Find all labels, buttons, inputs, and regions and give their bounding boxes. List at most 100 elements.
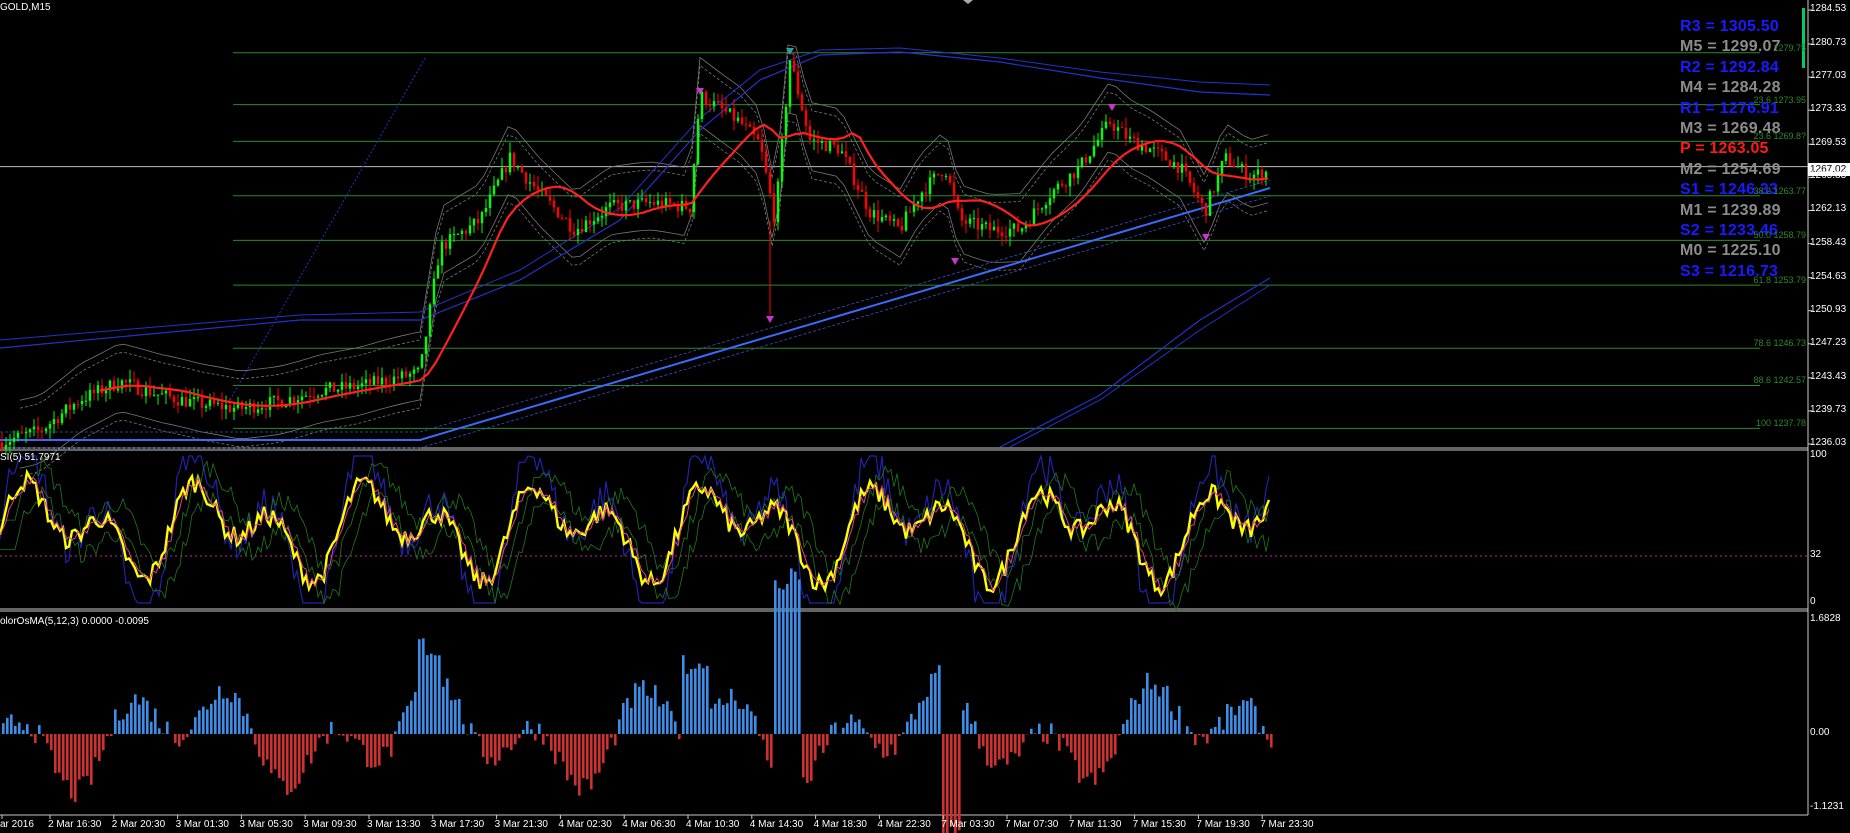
osma-bar — [826, 734, 829, 746]
osma-bar — [1134, 699, 1137, 734]
osma-bar — [714, 703, 717, 734]
candle-body — [852, 163, 856, 185]
rsi-band-lower — [0, 485, 1270, 611]
osma-bar — [378, 734, 381, 766]
osma-bar — [962, 710, 965, 734]
price-tick-label: 1280.73 — [1810, 37, 1847, 48]
candle-body — [992, 226, 996, 231]
candle-body — [936, 173, 940, 175]
osma-bar — [642, 680, 645, 734]
candle-body — [1076, 166, 1080, 179]
candle-body — [1232, 165, 1236, 168]
candle-body — [1096, 139, 1100, 146]
osma-bar — [718, 698, 721, 734]
osma-bar — [366, 734, 369, 767]
candle-body — [504, 168, 508, 173]
osma-bar — [1186, 726, 1189, 734]
price-tick-label: 1250.93 — [1810, 303, 1847, 315]
osma-bar — [186, 734, 189, 738]
osma-bar — [646, 695, 649, 734]
candle-body — [20, 432, 24, 434]
osma-bar — [374, 734, 377, 768]
candle-body — [956, 195, 960, 209]
candle-body — [1188, 171, 1192, 184]
candle-body — [636, 199, 640, 209]
osma-bar — [1138, 703, 1141, 734]
candle-body — [868, 208, 872, 218]
osma-bar — [326, 734, 329, 744]
osma-bar — [130, 702, 133, 734]
osma-bar — [86, 734, 89, 776]
osma-bar — [294, 734, 297, 789]
candle-body — [1236, 166, 1240, 168]
osma-bar — [1126, 719, 1129, 734]
osma-bar — [670, 711, 673, 734]
osma-bar — [1038, 723, 1041, 734]
candle-body — [92, 389, 96, 394]
candle-body — [572, 231, 576, 236]
osma-bar — [302, 734, 305, 773]
candle-body — [1220, 160, 1224, 175]
candle-body — [400, 371, 404, 379]
price-tick-label: 1284.53 — [1810, 3, 1847, 14]
osma-bar — [606, 734, 609, 750]
chart-canvas[interactable] — [0, 0, 1850, 833]
osma-bar — [154, 708, 157, 734]
candle-body — [1000, 232, 1004, 237]
candle-body — [8, 442, 12, 445]
osma-bar — [394, 731, 397, 734]
candle-body — [1224, 153, 1228, 161]
candle-body — [1080, 157, 1084, 167]
osma-bar — [122, 719, 125, 734]
candle-body — [392, 376, 396, 386]
candle-body — [592, 220, 596, 225]
osma-bar — [1122, 723, 1125, 734]
osma-bar — [318, 734, 321, 738]
osma-bar — [1070, 734, 1073, 753]
osma-bar — [550, 734, 553, 751]
time-tick-label: 7 Mar 23:30 — [1260, 819, 1314, 830]
osma-bar — [222, 698, 225, 734]
osma-bar — [602, 734, 605, 764]
price-tick-label: 1243.43 — [1810, 370, 1847, 382]
candle-body — [500, 168, 504, 180]
candle-body — [644, 198, 648, 203]
osma-bar — [110, 734, 113, 737]
osma-bar — [202, 706, 205, 734]
osma-bar — [598, 734, 601, 773]
osma-bar — [514, 734, 517, 745]
candle-body — [0, 442, 4, 450]
candle-body — [28, 429, 32, 433]
osma-bar — [382, 734, 385, 747]
candle-body — [716, 101, 720, 103]
candle-body — [464, 231, 468, 234]
candle-body — [56, 419, 60, 424]
osma-bar — [462, 724, 465, 734]
pivot-level: M0 = 1225.10 — [1680, 242, 1781, 260]
rsi-tick-label: 32 — [1810, 548, 1822, 560]
candle-body — [152, 394, 156, 396]
candle-body — [888, 215, 892, 221]
candle-body — [612, 199, 616, 203]
candle-body — [824, 141, 828, 152]
pivot-level: M2 = 1254.69 — [1680, 160, 1781, 178]
candle-body — [1040, 208, 1044, 210]
candle-body — [12, 437, 16, 443]
time-tick-label: 4 Mar 22:30 — [877, 819, 931, 830]
osma-bar — [658, 706, 661, 734]
osma-bar — [890, 734, 893, 745]
candle-body — [1136, 137, 1140, 151]
osma-bar — [218, 686, 221, 734]
rsi-tick-label: 0 — [1810, 596, 1816, 607]
candle-body — [584, 220, 588, 233]
chart-shift-marker — [963, 0, 973, 4]
candle-body — [124, 380, 128, 383]
candle-body — [32, 426, 36, 430]
candle-body — [232, 407, 236, 412]
candle-body — [136, 380, 140, 395]
candle-body — [756, 134, 760, 140]
candle-body — [608, 202, 612, 208]
osma-bar — [1198, 734, 1201, 736]
osma-bar — [1142, 688, 1145, 734]
fib-level-label: 23.6 1269.8? — [1753, 131, 1806, 142]
